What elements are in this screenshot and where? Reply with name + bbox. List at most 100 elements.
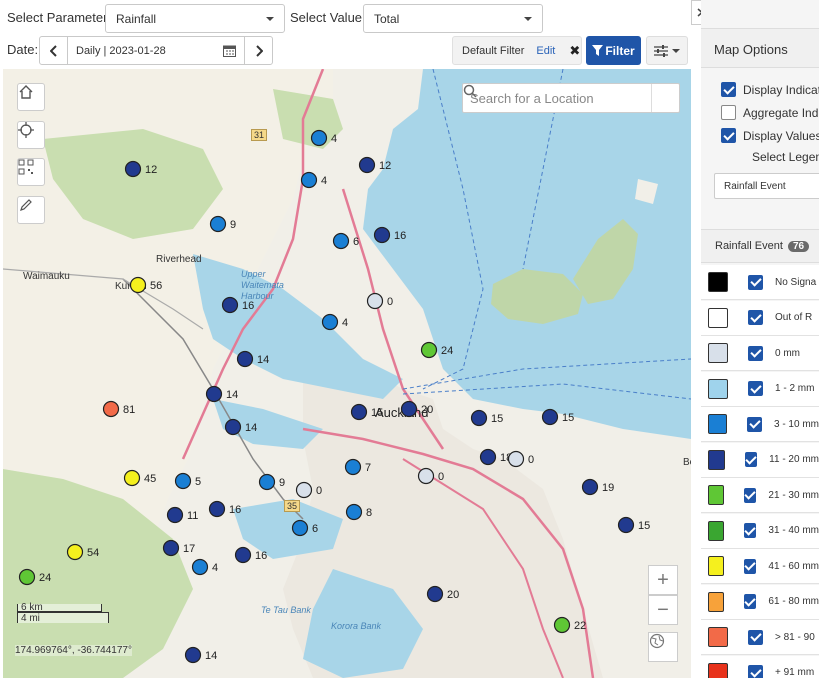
filter-button[interactable]: Filter [586,36,641,65]
marker-dot[interactable] [344,458,362,476]
rain-gauge-marker[interactable]: 18 [479,448,513,466]
next-date-button[interactable] [244,37,272,64]
marker-dot[interactable] [129,276,147,294]
marker-dot[interactable] [18,568,36,586]
marker-dot[interactable] [300,171,318,189]
marker-dot[interactable] [400,400,418,418]
marker-dot[interactable] [209,215,227,233]
marker-dot[interactable] [358,156,376,174]
marker-dot[interactable] [310,129,328,147]
rain-gauge-marker[interactable]: 5 [174,472,202,490]
zoom-in-button[interactable]: + [648,565,678,595]
legend-checkbox[interactable] [744,452,758,467]
rain-gauge-marker[interactable]: 4 [191,558,219,576]
legend-row[interactable]: No Signa [701,265,819,300]
rain-gauge-marker[interactable]: 0 [366,292,394,310]
marker-dot[interactable] [373,226,391,244]
marker-dot[interactable] [208,500,226,518]
legend-row[interactable]: 3 - 10 mm [701,407,819,442]
rain-gauge-marker[interactable]: 4 [310,129,338,147]
marker-dot[interactable] [162,539,180,557]
legend-row[interactable]: 21 - 30 mm [701,478,819,513]
legend-row[interactable]: 61 - 80 mm [701,584,819,620]
draw-button[interactable] [17,196,45,224]
marker-dot[interactable] [234,546,252,564]
rain-gauge-marker[interactable]: 6 [291,519,319,537]
marker-dot[interactable] [221,296,239,314]
rain-gauge-marker[interactable]: 45 [123,469,157,487]
option-display-indicators[interactable]: Display Indicat [721,82,819,97]
option-aggregate[interactable]: Aggregate Ind [721,105,818,120]
legend-checkbox[interactable] [744,594,757,609]
rain-gauge-marker[interactable]: 16 [221,296,255,314]
checkbox[interactable] [721,128,736,143]
legend-row[interactable]: 11 - 20 mm [701,442,819,478]
qr-button[interactable] [17,158,45,186]
value-select[interactable]: Total [363,4,543,33]
marker-dot[interactable] [191,558,209,576]
rain-gauge-marker[interactable]: 19 [581,478,615,496]
parameter-select[interactable]: Rainfall [105,4,285,33]
globe-button[interactable] [648,632,678,662]
legend-checkbox[interactable] [748,381,763,396]
rain-gauge-marker[interactable]: 4 [321,313,349,331]
marker-dot[interactable] [224,418,242,436]
rain-gauge-marker[interactable]: 14 [224,418,258,436]
legend-checkbox[interactable] [748,274,763,290]
legend-checkbox[interactable] [744,523,757,538]
marker-dot[interactable] [426,585,444,603]
rain-gauge-marker[interactable]: 20 [400,400,434,418]
marker-dot[interactable] [332,232,350,250]
marker-dot[interactable] [291,519,309,537]
marker-dot[interactable] [321,313,339,331]
rain-gauge-marker[interactable]: 12 [358,156,392,174]
marker-dot[interactable] [479,448,497,466]
home-button[interactable] [17,83,45,111]
rain-gauge-marker[interactable]: 9 [258,473,286,491]
rain-gauge-marker[interactable]: 56 [129,276,163,294]
marker-dot[interactable] [236,350,254,368]
marker-dot[interactable] [295,481,313,499]
marker-dot[interactable] [553,616,571,634]
legend-checkbox[interactable] [748,345,763,361]
rain-gauge-marker[interactable]: 11 [166,506,199,524]
map-canvas[interactable]: Waimauku Riverhead Kumeu Auckland Upper … [3,69,691,678]
rain-gauge-marker[interactable]: 24 [18,568,52,586]
rain-gauge-marker[interactable]: 17 [162,539,196,557]
previous-date-button[interactable] [40,37,68,64]
rain-gauge-marker[interactable]: 15 [541,408,575,426]
rain-gauge-marker[interactable]: 15 [350,403,384,421]
rain-gauge-marker[interactable]: 6 [332,232,360,250]
rain-gauge-marker[interactable]: 24 [420,341,454,359]
marker-dot[interactable] [174,472,192,490]
rain-gauge-marker[interactable]: 54 [66,543,100,561]
rain-gauge-marker[interactable]: 8 [345,503,373,521]
legend-checkbox[interactable] [748,629,763,645]
legend-checkbox[interactable] [747,416,762,432]
marker-dot[interactable] [102,400,120,418]
marker-dot[interactable] [420,341,438,359]
legend-checkbox[interactable] [748,310,763,325]
rain-gauge-marker[interactable]: 15 [617,516,651,534]
rain-gauge-marker[interactable]: 14 [236,350,270,368]
legend-checkbox[interactable] [748,665,763,678]
date-input[interactable]: Daily | 2023-01-28 [68,37,244,64]
rain-gauge-marker[interactable]: 9 [209,215,237,233]
legend-row[interactable]: Out of R [701,300,819,336]
rain-gauge-marker[interactable]: 16 [373,226,407,244]
rain-gauge-marker[interactable]: 15 [470,409,504,427]
legend-row[interactable]: 41 - 60 mm [701,549,819,584]
marker-dot[interactable] [366,292,384,310]
marker-dot[interactable] [417,467,435,485]
legend-select[interactable]: Rainfall Event [714,173,819,199]
marker-dot[interactable] [184,646,202,664]
marker-dot[interactable] [617,516,635,534]
checkbox[interactable] [721,105,736,120]
legend-row[interactable]: + 91 mm [701,655,819,678]
rain-gauge-marker[interactable]: 0 [295,481,323,499]
legend-row[interactable]: > 81 - 90 [701,620,819,655]
legend-checkbox[interactable] [744,487,757,503]
checkbox[interactable] [721,82,736,97]
rain-gauge-marker[interactable]: 7 [344,458,372,476]
rain-gauge-marker[interactable]: 4 [300,171,328,189]
